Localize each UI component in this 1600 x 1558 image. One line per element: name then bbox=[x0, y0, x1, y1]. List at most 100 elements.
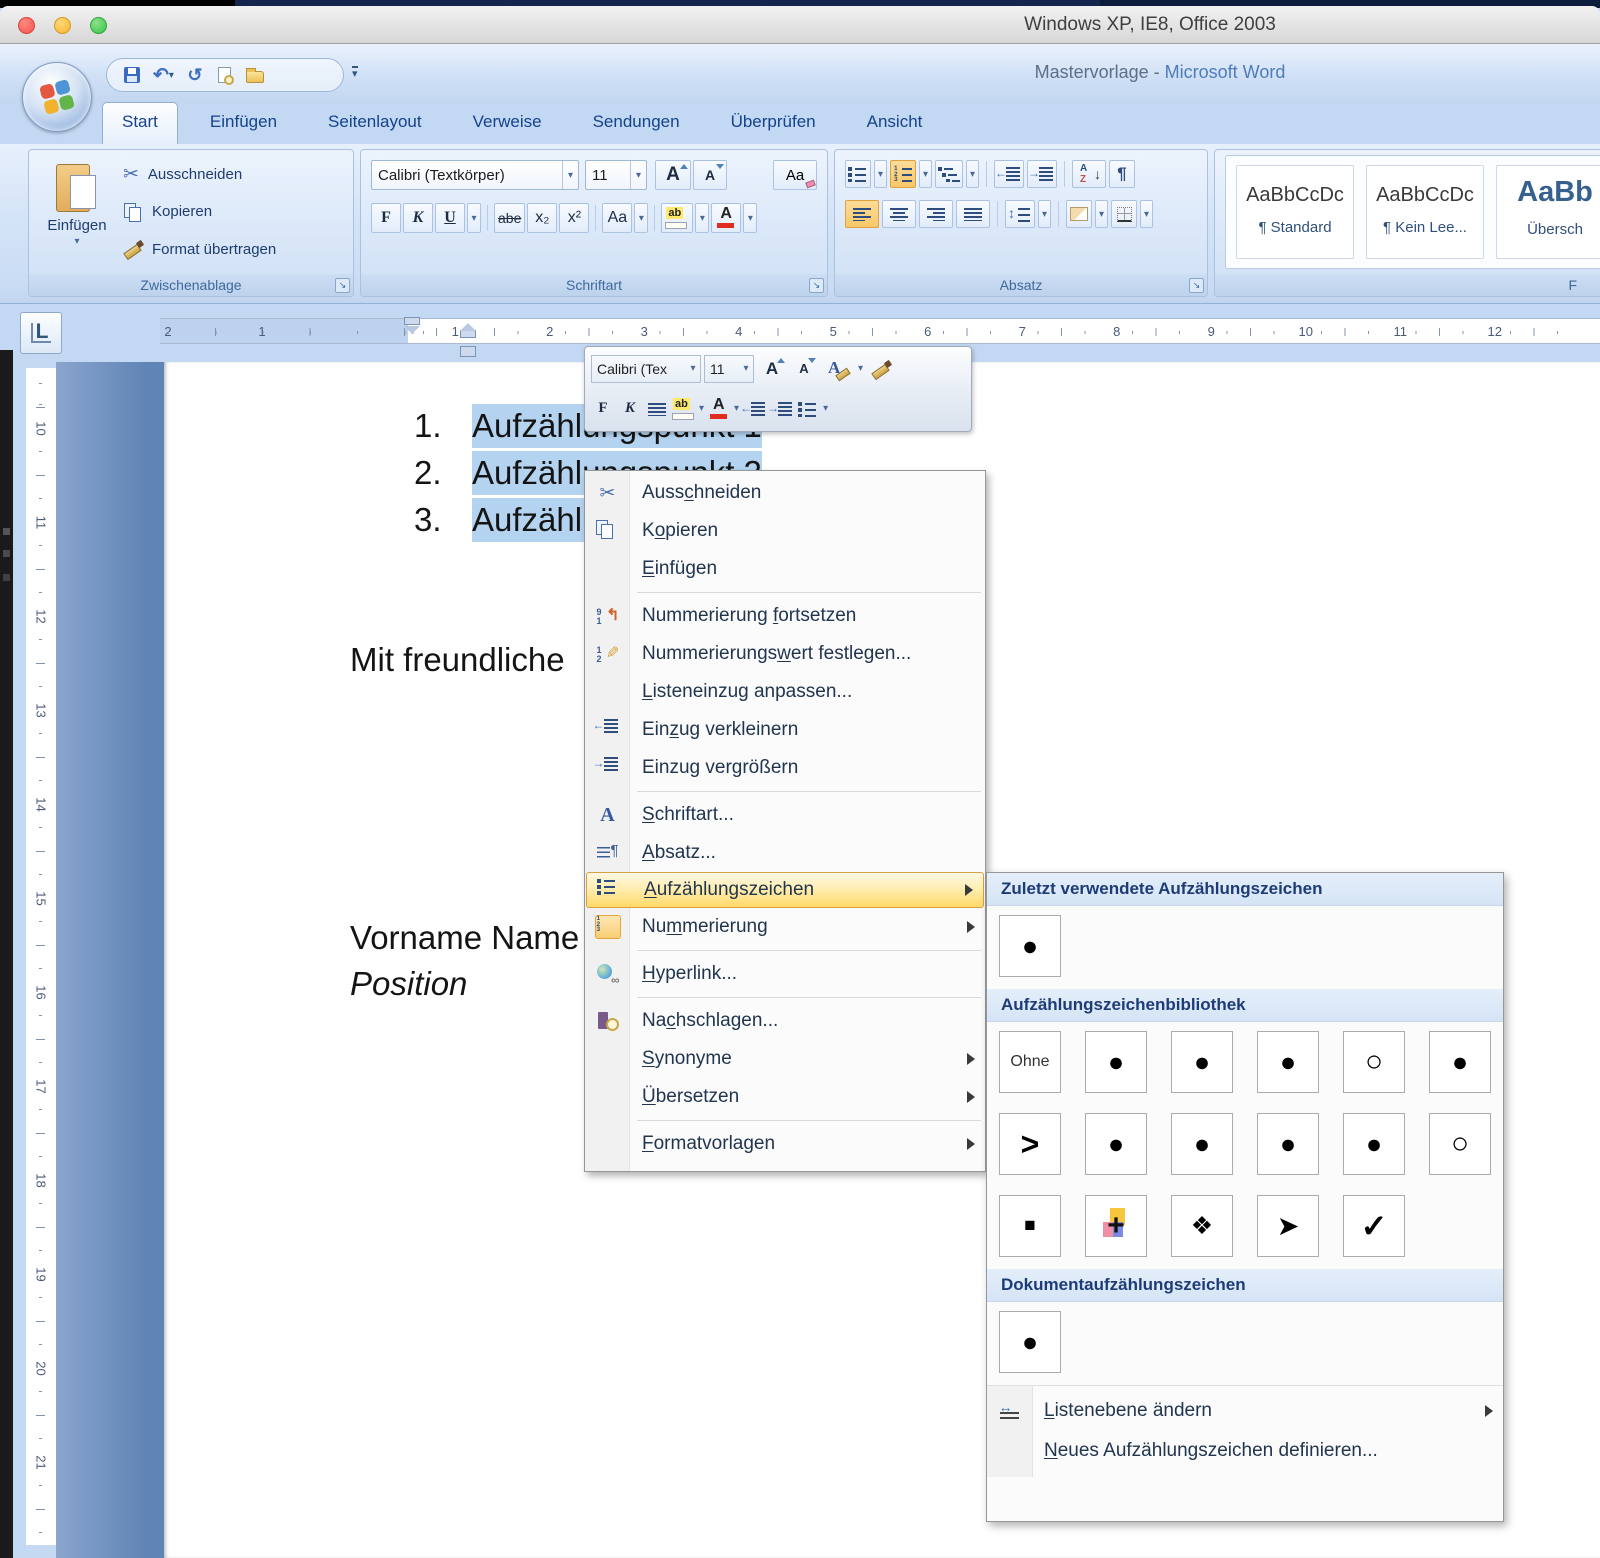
change-case-dropdown-icon[interactable] bbox=[634, 203, 648, 233]
customize-qat-button[interactable]: ▾ bbox=[352, 66, 358, 79]
bullet-tile[interactable]: ● bbox=[1085, 1031, 1147, 1093]
menu-item[interactable]: Nummerierung bbox=[585, 908, 985, 946]
change-case-button[interactable]: Aa bbox=[602, 203, 632, 233]
menu-item[interactable]: Nummerierung fortsetzen bbox=[585, 597, 985, 635]
bullet-tile[interactable]: ● bbox=[1343, 1113, 1405, 1175]
redo-button[interactable] bbox=[186, 63, 204, 87]
numbering-dropdown-icon[interactable] bbox=[919, 160, 932, 188]
show-marks-button[interactable]: ¶ bbox=[1109, 160, 1135, 188]
bullets-button[interactable] bbox=[796, 395, 820, 423]
chevron-down-icon[interactable] bbox=[562, 161, 578, 189]
bullet-tile[interactable]: ✓ bbox=[1343, 1195, 1405, 1257]
underline-button[interactable]: U bbox=[435, 203, 465, 233]
chevron-down-icon[interactable] bbox=[686, 356, 700, 382]
increase-indent-button[interactable] bbox=[769, 395, 793, 423]
dialog-launcher-icon[interactable] bbox=[1189, 278, 1204, 293]
styles-dropdown-icon[interactable] bbox=[858, 363, 863, 374]
bold-button[interactable]: F bbox=[371, 203, 401, 233]
bullet-tile[interactable]: ❖ bbox=[1171, 1195, 1233, 1257]
menu-item[interactable]: Nachschlagen... bbox=[585, 1002, 985, 1040]
font-color-dropdown-icon[interactable] bbox=[734, 403, 739, 414]
font-color-button[interactable] bbox=[707, 395, 731, 423]
undo-dropdown-icon[interactable]: ▾ bbox=[169, 70, 174, 81]
superscript-button[interactable]: x² bbox=[559, 203, 589, 233]
menu-item[interactable]: Einzug verkleinern bbox=[585, 711, 985, 749]
menu-item[interactable]: Hyperlink... bbox=[585, 955, 985, 993]
font-size-combo[interactable]: 11 bbox=[704, 355, 754, 383]
ribbon-tab[interactable]: Einfügen bbox=[191, 102, 296, 144]
borders-dropdown-icon[interactable] bbox=[1140, 200, 1153, 228]
bold-button[interactable]: F bbox=[591, 395, 615, 423]
menu-item[interactable]: Übersetzen bbox=[585, 1078, 985, 1116]
style-card[interactable]: AaBbCcDc ¶ Standard bbox=[1236, 165, 1354, 259]
bullet-tile[interactable]: > bbox=[999, 1113, 1061, 1175]
menu-item[interactable]: Einzug vergrößern bbox=[585, 749, 985, 787]
save-button[interactable] bbox=[123, 63, 141, 87]
quick-styles-button[interactable] bbox=[821, 355, 855, 383]
ribbon-tab[interactable]: Überprüfen bbox=[712, 102, 835, 144]
align-center-button[interactable] bbox=[882, 200, 916, 228]
bullets-dropdown-icon[interactable] bbox=[823, 403, 828, 414]
decrease-indent-button[interactable] bbox=[994, 160, 1024, 188]
menu-item[interactable]: Synonyme bbox=[585, 1040, 985, 1078]
bullets-dropdown-icon[interactable] bbox=[874, 160, 887, 188]
menu-item[interactable]: Einfügen bbox=[585, 550, 985, 588]
underline-dropdown-icon[interactable] bbox=[467, 203, 481, 233]
fullscreen-button[interactable] bbox=[90, 17, 107, 34]
dialog-launcher-icon[interactable] bbox=[335, 278, 350, 293]
minimize-button[interactable] bbox=[54, 17, 71, 34]
menu-item[interactable]: Absatz... bbox=[585, 834, 985, 872]
borders-button[interactable] bbox=[1111, 200, 1137, 228]
hanging-indent-marker[interactable] bbox=[460, 330, 476, 338]
font-family-combo[interactable]: Calibri (Tex bbox=[591, 355, 701, 383]
bullet-tile[interactable]: ● bbox=[999, 915, 1061, 977]
close-button[interactable] bbox=[18, 17, 35, 34]
align-center-button[interactable] bbox=[645, 395, 669, 423]
bullet-tile[interactable]: ➤ bbox=[1257, 1195, 1319, 1257]
ribbon-tab[interactable]: Verweise bbox=[454, 102, 561, 144]
highlight-button[interactable] bbox=[672, 395, 696, 423]
highlight-dropdown-icon[interactable] bbox=[695, 203, 709, 233]
italic-button[interactable]: K bbox=[618, 395, 642, 423]
sort-button[interactable]: A Z bbox=[1072, 160, 1106, 188]
menu-item[interactable]: Schriftart... bbox=[585, 796, 985, 834]
font-color-dropdown-icon[interactable] bbox=[743, 203, 757, 233]
chevron-down-icon[interactable] bbox=[630, 161, 646, 189]
menu-item[interactable]: Ausschneiden bbox=[585, 474, 985, 512]
signature-position[interactable]: Position bbox=[350, 962, 467, 1006]
bullet-tile[interactable]: ● bbox=[1171, 1113, 1233, 1175]
bullet-tile[interactable]: ● bbox=[1257, 1113, 1319, 1175]
multilevel-dropdown-icon[interactable] bbox=[966, 160, 979, 188]
decrease-indent-button[interactable] bbox=[742, 395, 766, 423]
numbering-button[interactable] bbox=[890, 160, 916, 188]
bullets-button[interactable] bbox=[845, 160, 871, 188]
office-button[interactable] bbox=[22, 62, 92, 132]
menu-item[interactable]: Aufzählungszeichen bbox=[586, 872, 984, 908]
tab-selector-button[interactable]: L bbox=[20, 312, 62, 354]
bullet-tile[interactable]: ● bbox=[1429, 1031, 1491, 1093]
style-card[interactable]: AaBbCcDc ¶ Kein Lee... bbox=[1366, 165, 1484, 259]
highlight-dropdown-icon[interactable] bbox=[699, 403, 704, 414]
multilevel-list-button[interactable] bbox=[935, 160, 963, 188]
bullet-tile[interactable]: ● bbox=[1257, 1031, 1319, 1093]
closing-paragraph[interactable]: Mit freundliche bbox=[350, 638, 565, 682]
format-painter-button[interactable]: Format übertragen bbox=[123, 233, 276, 265]
cut-button[interactable]: Ausschneiden bbox=[123, 158, 242, 190]
subscript-button[interactable]: x₂ bbox=[527, 203, 557, 233]
align-right-button[interactable] bbox=[919, 200, 953, 228]
font-color-button[interactable] bbox=[711, 203, 741, 233]
clear-formatting-button[interactable]: Aa bbox=[773, 160, 817, 190]
bullet-tile[interactable]: ● bbox=[1171, 1031, 1233, 1093]
submenu-action-item[interactable]: Listenebene ändern bbox=[987, 1391, 1503, 1431]
highlight-button[interactable] bbox=[661, 203, 693, 233]
justify-button[interactable] bbox=[956, 200, 990, 228]
print-preview-button[interactable] bbox=[216, 63, 234, 87]
grow-font-button[interactable]: A bbox=[757, 355, 787, 383]
bullet-tile[interactable]: ○ bbox=[1343, 1031, 1405, 1093]
menu-item[interactable]: Listeneinzug anpassen... bbox=[585, 673, 985, 711]
ribbon-tab[interactable]: Start bbox=[102, 102, 178, 144]
grow-font-button[interactable]: A bbox=[655, 160, 691, 190]
vertical-ruler[interactable]: 101112131415161718192021 bbox=[26, 362, 56, 1558]
shading-dropdown-icon[interactable] bbox=[1095, 200, 1108, 228]
font-size-combo[interactable]: 11 bbox=[585, 160, 647, 190]
